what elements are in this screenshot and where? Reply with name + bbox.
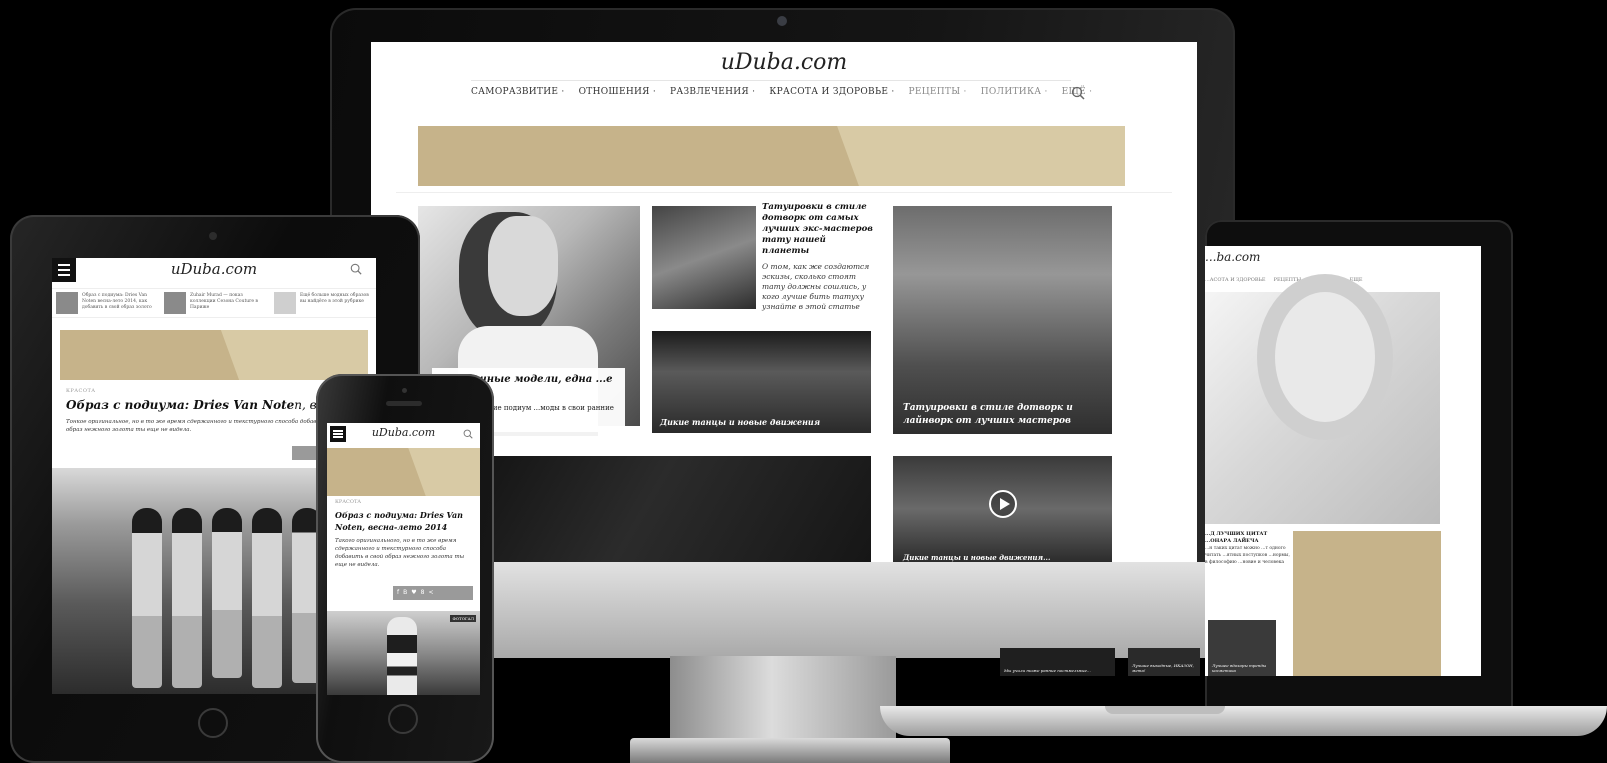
search-icon[interactable] [463, 429, 473, 439]
photo-badge: ФОТОГАЛ [450, 615, 476, 622]
nav-item-self-development[interactable]: САМОРАЗВИТИЕ · [471, 87, 565, 97]
desktop-screen: uDuba.com САМОРАЗВИТИЕ · ОТНОШЕНИЯ · РАЗ… [371, 42, 1197, 562]
site-logo[interactable]: uDuba.com [327, 426, 480, 439]
nav-item-relationships[interactable]: ОТНОШЕНИЯ · [579, 87, 656, 97]
article-card-tattoo-masters[interactable]: Татуировки в стиле дотворк и лайнворк от… [893, 206, 1112, 434]
hamburger-menu-icon[interactable] [52, 258, 76, 282]
article-category[interactable]: КРАСОТА [66, 388, 96, 394]
featured-photo-face [1275, 292, 1375, 422]
nav-item-entertainment[interactable]: РАЗВЛЕЧЕНИЯ · [670, 87, 755, 97]
laptop-notch [1105, 706, 1225, 714]
nav-item-politics[interactable]: ПОЛИТИКА · [981, 87, 1048, 97]
monitor-camera-icon [777, 16, 787, 26]
article-photo-model [488, 216, 558, 316]
thumb-caption: Лучшие выходные, ИКАЗОН, мета! [1132, 663, 1194, 673]
laptop-thumb-3[interactable]: Лучшее вдохоры тренды косметика [1208, 620, 1276, 676]
ad-banner[interactable] [60, 330, 368, 380]
sidebar-quote-block[interactable]: ...Д ЛУЧШИХ ЦИТАТ ...ОНАРА ЛАЙЕЧА ...н т… [1205, 531, 1290, 566]
monitor-stand-foot [630, 738, 950, 763]
model-figure [212, 508, 242, 678]
article-excerpt: О том, как же создаются эскизы, сколько … [762, 262, 870, 311]
video-card-dance[interactable]: Дикие танцы и новые движения... [893, 456, 1112, 562]
model-figure [252, 508, 282, 688]
sidebar-ad[interactable] [1293, 531, 1441, 676]
laptop-base [880, 706, 1607, 736]
thumb-caption: Мы учили тоже ранние постмельные... [1004, 668, 1091, 673]
search-icon[interactable] [350, 263, 362, 275]
article-card-tattoo[interactable]: Татуировки в стиле дотворк от самых лучш… [762, 202, 874, 312]
nav-item-beauty-health[interactable]: ...АСОТА И ЗДОРОВЬЕ [1205, 277, 1266, 283]
search-icon[interactable] [1071, 86, 1085, 100]
model-figure [172, 508, 202, 688]
play-icon[interactable] [989, 490, 1017, 518]
featured-photo[interactable] [1205, 292, 1440, 524]
ticker-thumb[interactable] [274, 292, 296, 314]
nav-item-more[interactable]: ЕЩЕ [1350, 277, 1363, 283]
tablet-camera-icon [209, 232, 217, 240]
thumb-caption: Лучшее вдохоры тренды косметика [1212, 663, 1267, 673]
phone-speaker [386, 401, 422, 406]
sidebar-title: ...Д ЛУЧШИХ ЦИТАТ ...ОНАРА ЛАЙЕЧА [1205, 531, 1268, 544]
site-logo[interactable]: uDuba.com [371, 50, 1197, 75]
article-title[interactable]: Образ с подиума: Dries Van Noten, весна-… [335, 509, 475, 533]
article-card-dance[interactable]: Дикие танцы и новые движения [652, 331, 871, 433]
odnoklassniki-icon[interactable]: 8 [421, 589, 425, 597]
nav-divider [471, 80, 1071, 81]
share-icon[interactable]: < [428, 589, 433, 597]
article-title[interactable]: Татуировки в стиле дотворк от самых лучш… [762, 202, 874, 257]
phone-screen: uDuba.com КРАСОТА Образ с подиума: Dries… [327, 423, 480, 695]
ad-banner[interactable] [418, 126, 1125, 186]
nav-item-politics[interactable]: ПОЛИТИКА [1309, 277, 1341, 283]
phone-camera-icon [402, 388, 407, 393]
article-category[interactable]: КРАСОТА [335, 499, 361, 505]
phone-home-button[interactable] [388, 704, 418, 734]
article-caption: Татуировки в стиле дотворк и лайнворк от… [903, 403, 1073, 426]
nav-item-beauty-health[interactable]: КРАСОТА И ЗДОРОВЬЕ · [769, 87, 894, 97]
article-thumb-tattoo[interactable] [652, 206, 756, 309]
ticker-thumb[interactable] [56, 292, 78, 314]
nav-item-recipes[interactable]: РЕЦЕПТЫ [1274, 277, 1302, 283]
nav-item-recipes[interactable]: РЕЦЕПТЫ · [909, 87, 967, 97]
laptop-screen: ...ba.com ...АСОТА И ЗДОРОВЬЕ РЕЦЕПТЫ ПО… [1205, 246, 1481, 676]
laptop-thumb-1[interactable]: Мы учили тоже ранние постмельные... [1000, 648, 1115, 676]
lingerie-photo[interactable]: ФОТОГАЛ [327, 611, 480, 695]
article-excerpt: Такого оригинального, но в то же время с… [335, 538, 465, 568]
ticker-item[interactable]: Образ с подиума: Dries Van Noten весна-л… [82, 293, 152, 311]
ticker-item[interactable]: Zuhair Murad — показ коллекции Сезона Co… [190, 293, 260, 311]
sidebar-text: ...н таких цитат можно ...т одного читат… [1205, 546, 1290, 565]
share-bar: f B ♥ 8 < [393, 586, 473, 600]
main-nav: САМОРАЗВИТИЕ · ОТНОШЕНИЯ · РАЗВЛЕЧЕНИЯ ·… [471, 87, 1092, 97]
facebook-icon[interactable]: f [397, 589, 399, 597]
main-nav: ...АСОТА И ЗДОРОВЬЕ РЕЦЕПТЫ ПОЛИТИКА ЕЩЕ [1205, 277, 1363, 283]
content-divider [396, 192, 1172, 193]
laptop-thumb-2[interactable]: Лучшие выходные, ИКАЗОН, мета! [1128, 648, 1200, 676]
vk-icon[interactable]: B [403, 589, 407, 597]
article-ticker: Образ с подиума: Dries Van Noten весна-л… [52, 288, 376, 318]
monitor-stand [670, 656, 896, 744]
site-logo[interactable]: ...ba.com [1205, 250, 1260, 264]
hamburger-menu-icon[interactable] [330, 426, 346, 442]
model-figure [132, 508, 162, 688]
like-icon[interactable]: ♥ [411, 589, 416, 597]
ticker-thumb[interactable] [164, 292, 186, 314]
site-logo[interactable]: uDuba.com [52, 260, 376, 278]
ticker-item[interactable]: Ещё больше модных образов вы найдёте в э… [300, 293, 370, 305]
video-caption: Дикие танцы и новые движения... [903, 553, 1051, 562]
tablet-home-button[interactable] [198, 708, 228, 738]
model-figure [387, 617, 417, 695]
ad-banner[interactable] [327, 448, 480, 496]
article-title-main: Образ с подиума: Dries Van Note [66, 398, 295, 412]
article-caption: Дикие танцы и новые движения [660, 417, 821, 427]
